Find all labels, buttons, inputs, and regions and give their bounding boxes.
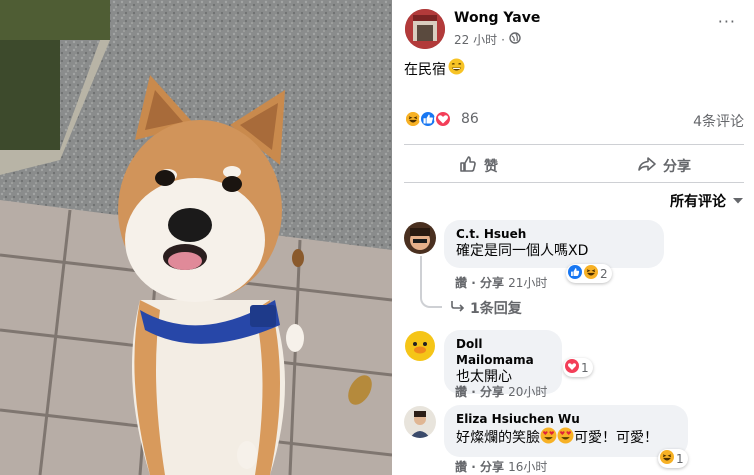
reaction-summary[interactable]: 86: [404, 110, 479, 128]
comment-actions: 讚 · 分享 21小时: [455, 274, 547, 291]
comment-reactions[interactable]: 1: [658, 449, 688, 468]
comment-text-part: 可愛！可愛！: [574, 430, 658, 446]
comment-like-link[interactable]: 讚: [455, 385, 467, 399]
like-reaction: [568, 265, 582, 282]
heart-eyes-emoji: [540, 427, 557, 450]
love-reaction: [434, 110, 452, 128]
post-timestamp[interactable]: 22 小时: [454, 31, 497, 48]
comment-author[interactable]: C.t. Hsueh: [456, 226, 652, 242]
reaction-count: 86: [461, 111, 479, 127]
action-separator: ·: [471, 385, 476, 399]
view-replies-link[interactable]: 1条回复: [450, 298, 522, 318]
meta-separator: ·: [501, 32, 505, 47]
comment-actions: 讚 · 分享 16小时: [455, 458, 547, 475]
heart-eyes-emoji: [557, 427, 574, 450]
sort-label: 所有评论: [670, 194, 726, 210]
comment-reaction-count: 1: [676, 451, 684, 466]
comment-text: 好燦爛的笑臉 可愛！可愛！: [456, 427, 676, 450]
comment-like-link[interactable]: 讚: [455, 276, 467, 290]
like-label: 赞: [484, 159, 498, 175]
thread-line: [420, 256, 442, 308]
comment-avatar[interactable]: [404, 330, 436, 362]
comment-share-link[interactable]: 分享: [480, 385, 504, 399]
chevron-down-icon: [732, 193, 744, 209]
post-caption: 在民宿: [404, 58, 465, 79]
comment-text-part: 好燦爛的笑臉: [456, 430, 540, 446]
comment-author[interactable]: Doll Mailomama: [456, 336, 550, 368]
thumbs-up-icon: [458, 154, 478, 178]
replies-label: 1条回复: [470, 301, 522, 317]
post-panel: Wong Yave 22 小时 · ··· 在民宿 86 4条评论 赞 分享 所…: [392, 0, 754, 475]
divider-top: [404, 144, 744, 145]
comment-count[interactable]: 4条评论: [693, 111, 744, 131]
action-separator: ·: [471, 460, 476, 474]
post-photo[interactable]: [0, 0, 392, 475]
comment-text: 確定是同一個人嗎XD: [456, 243, 589, 259]
comment-author[interactable]: Eliza Hsiuchen Wu: [456, 411, 676, 427]
author-name[interactable]: Wong Yave: [454, 10, 540, 26]
comment-time[interactable]: 21小时: [508, 276, 547, 290]
grin-emoji: [448, 58, 465, 79]
comment-bubble: Eliza Hsiuchen Wu 好燦爛的笑臉 可愛！可愛！: [444, 405, 688, 457]
share-button[interactable]: 分享: [637, 154, 691, 178]
more-options-button[interactable]: ···: [718, 12, 736, 31]
shiba-photo: [0, 0, 392, 475]
comment-share-link[interactable]: 分享: [480, 276, 504, 290]
like-button[interactable]: 赞: [458, 154, 498, 178]
globe-icon: [509, 32, 521, 47]
haha-reaction: [660, 450, 674, 467]
comment-time[interactable]: 16小时: [508, 460, 547, 474]
haha-reaction: [584, 265, 598, 282]
share-arrow-icon: [637, 154, 657, 178]
post-meta: 22 小时 ·: [454, 31, 521, 48]
comment-reactions[interactable]: 2: [566, 264, 612, 283]
comment-avatar[interactable]: [404, 222, 436, 254]
love-reaction: [565, 359, 579, 376]
reply-arrow-icon: [450, 300, 466, 316]
comment-like-link[interactable]: 讚: [455, 460, 467, 474]
caption-text: 在民宿: [404, 61, 446, 78]
comment-bubble: C.t. Hsueh 確定是同一個人嗎XD: [444, 220, 664, 268]
author-avatar[interactable]: [405, 9, 445, 49]
comment-time[interactable]: 20小时: [508, 385, 547, 399]
comment-reactions[interactable]: 1: [563, 358, 593, 377]
comment-actions: 讚 · 分享 20小时: [455, 383, 547, 400]
comment-avatar[interactable]: [404, 406, 436, 438]
comment-sort-dropdown[interactable]: 所有评论: [670, 191, 744, 211]
comment-reaction-count: 1: [581, 360, 589, 375]
divider-bottom: [404, 182, 744, 183]
action-separator: ·: [471, 276, 476, 290]
comment-reaction-count: 2: [600, 266, 608, 281]
avatar-image: [405, 9, 445, 49]
comment-share-link[interactable]: 分享: [480, 460, 504, 474]
share-label: 分享: [663, 159, 691, 175]
